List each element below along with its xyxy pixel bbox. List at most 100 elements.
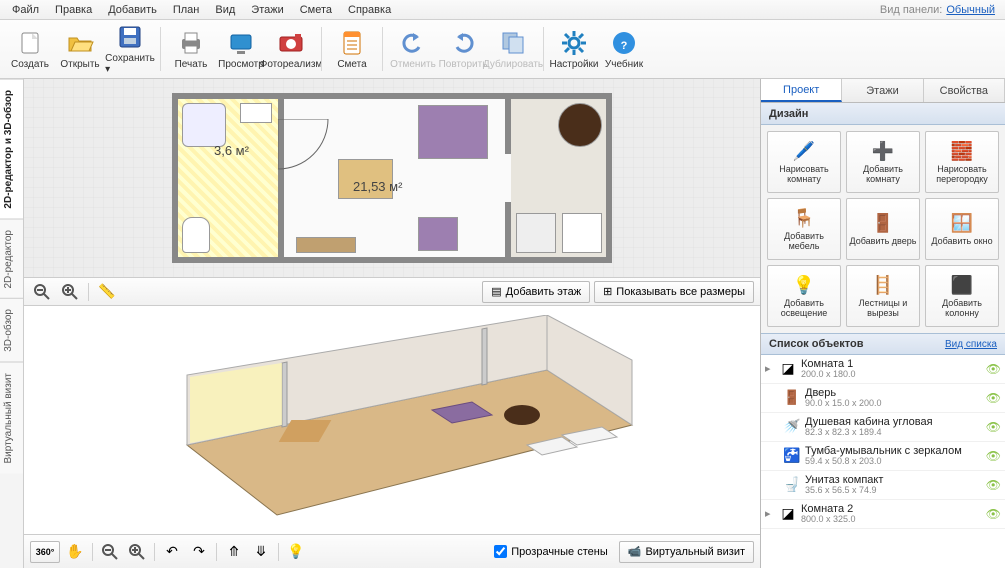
vtab-virtual[interactable]: Виртуальный визит <box>0 362 23 474</box>
tilt-down-icon[interactable]: ⤋ <box>249 541 273 563</box>
object-row[interactable]: ▸◪Комната 2800.0 x 325.0👁 <box>761 500 1005 529</box>
photo-icon <box>277 29 305 57</box>
photo-button[interactable]: Фотореализм <box>267 22 315 76</box>
object-icon: 🚽 <box>783 476 801 494</box>
object-tree: ▸◪Комната 1200.0 x 180.0👁🚪Дверь90.0 x 15… <box>761 355 1005 568</box>
zoom-in-2d[interactable] <box>58 281 82 303</box>
stairs-button[interactable]: 🪜Лестницы и вырезы <box>846 265 920 327</box>
estimate-button[interactable]: Смета <box>328 22 376 76</box>
stairs-icon: 🪜 <box>871 273 895 297</box>
transparent-walls-checkbox[interactable]: Прозрачные стены <box>494 545 607 558</box>
toolbar-2d: 📏 ▤Добавить этаж ⊞Показывать все размеры <box>24 278 760 306</box>
svg-text:?: ? <box>621 40 628 52</box>
draw-wall-button[interactable]: 🧱Нарисовать перегородку <box>925 131 999 193</box>
show-dimensions-button[interactable]: ⊞Показывать все размеры <box>594 281 754 303</box>
add-light-icon: 💡 <box>792 273 816 297</box>
create-button[interactable]: Создать <box>6 22 54 76</box>
open-button[interactable]: Открыть <box>56 22 104 76</box>
menu-edit[interactable]: Правка <box>47 2 100 18</box>
menu-help[interactable]: Справка <box>340 2 399 18</box>
object-icon: 🚪 <box>783 389 801 407</box>
zoom-out-3d[interactable] <box>98 541 122 563</box>
toolbar-3d: 360° ✋ ↶ ↷ ⤊ ⤋ 💡 Прозрачные стены 📹Вирту… <box>24 534 760 568</box>
main-toolbar: СоздатьОткрытьСохранить ▾ ПечатьПросмотрФ… <box>0 20 1005 79</box>
add-furniture-button[interactable]: 🪑Добавить мебель <box>767 198 841 260</box>
add-door-icon: 🚪 <box>871 211 895 235</box>
zoom-in-3d[interactable] <box>125 541 149 563</box>
object-row[interactable]: 🚰Тумба-умывальник с зеркалом59.4 x 50.8 … <box>761 442 1005 471</box>
save-button[interactable]: Сохранить ▾ <box>106 22 154 76</box>
layers-icon: ▤ <box>491 285 501 298</box>
draw-room-button[interactable]: 🖊️Нарисовать комнату <box>767 131 841 193</box>
add-column-icon: ⬛ <box>950 273 974 297</box>
object-row[interactable]: 🚽Унитаз компакт35.6 x 56.5 x 74.9👁 <box>761 471 1005 500</box>
zoom-out-2d[interactable] <box>30 281 54 303</box>
add-furniture-icon: 🪑 <box>792 206 816 230</box>
print-button[interactable]: Печать <box>167 22 215 76</box>
lighting-icon[interactable]: 💡 <box>284 541 308 563</box>
settings-button[interactable]: Настройки <box>550 22 598 76</box>
rotate-left-icon[interactable]: ↶ <box>160 541 184 563</box>
vtab-2d[interactable]: 2D-редактор <box>0 219 23 299</box>
preview-icon <box>227 29 255 57</box>
settings-icon <box>560 29 588 57</box>
pan-icon[interactable]: ✋ <box>63 541 87 563</box>
visibility-toggle-icon[interactable]: 👁 <box>986 420 1001 434</box>
menu-view[interactable]: Вид <box>207 2 243 18</box>
rtab-floors[interactable]: Этажи <box>842 79 923 102</box>
object-icon: ◪ <box>779 360 797 378</box>
right-panel: Проект Этажи Свойства Дизайн 🖊️Нарисоват… <box>760 79 1005 568</box>
panel-view-link[interactable]: Обычный <box>946 4 1001 16</box>
ruler-icon[interactable]: 📏 <box>95 281 119 303</box>
add-door-button[interactable]: 🚪Добавить дверь <box>846 198 920 260</box>
menu-add[interactable]: Добавить <box>100 2 165 18</box>
vtab-3d[interactable]: 3D-обзор <box>0 298 23 362</box>
object-row[interactable]: 🚿Душевая кабина угловая82.3 x 82.3 x 189… <box>761 413 1005 442</box>
virtual-visit-button[interactable]: 📹Виртуальный визит <box>619 541 754 563</box>
visibility-toggle-icon[interactable]: 👁 <box>986 391 1001 405</box>
undo-button[interactable]: Отменить <box>389 22 437 76</box>
duplicate-button[interactable]: Дублировать <box>489 22 537 76</box>
rtab-project[interactable]: Проект <box>761 79 842 102</box>
view-2d[interactable]: 3,6 м² 21,53 м² <box>24 79 760 278</box>
menu-floors[interactable]: Этажи <box>243 2 291 18</box>
menu-estimate[interactable]: Смета <box>292 2 340 18</box>
menu-file[interactable]: Файл <box>4 2 47 18</box>
visibility-toggle-icon[interactable]: 👁 <box>986 478 1001 492</box>
menu-plan[interactable]: План <box>165 2 208 18</box>
vtab-2d-3d[interactable]: 2D-редактор и 3D-обзор <box>0 79 23 219</box>
rotate-right-icon[interactable]: ↷ <box>187 541 211 563</box>
object-icon: 🚰 <box>783 447 801 465</box>
main-area-label: 21,53 м² <box>353 179 402 194</box>
redo-button[interactable]: Повторить <box>439 22 487 76</box>
object-icon: ◪ <box>779 505 797 523</box>
add-window-button[interactable]: 🪟Добавить окно <box>925 198 999 260</box>
add-room-button[interactable]: ➕Добавить комнату <box>846 131 920 193</box>
left-vertical-tabs: 2D-редактор и 3D-обзор 2D-редактор 3D-об… <box>0 79 24 568</box>
estimate-icon <box>338 29 366 57</box>
add-column-button[interactable]: ⬛Добавить колонну <box>925 265 999 327</box>
list-view-link[interactable]: Вид списка <box>945 339 997 350</box>
add-room-icon: ➕ <box>871 139 895 163</box>
visibility-toggle-icon[interactable]: 👁 <box>986 362 1001 376</box>
help-icon: ? <box>610 29 638 57</box>
object-icon: 🚿 <box>783 418 801 436</box>
create-icon <box>16 29 44 57</box>
undo-icon <box>399 29 427 57</box>
menubar: Файл Правка Добавить План Вид Этажи Смет… <box>0 0 1005 20</box>
tilt-up-icon[interactable]: ⤊ <box>222 541 246 563</box>
duplicate-icon <box>499 29 527 57</box>
add-floor-button[interactable]: ▤Добавить этаж <box>482 281 590 303</box>
add-light-button[interactable]: 💡Добавить освещение <box>767 265 841 327</box>
help-button[interactable]: ?Учебник <box>600 22 648 76</box>
camera-icon: 📹 <box>628 545 642 558</box>
view-360-button[interactable]: 360° <box>30 541 60 563</box>
object-row[interactable]: ▸◪Комната 1200.0 x 180.0👁 <box>761 355 1005 384</box>
view-3d[interactable] <box>24 306 760 534</box>
object-row[interactable]: 🚪Дверь90.0 x 15.0 x 200.0👁 <box>761 384 1005 413</box>
visibility-toggle-icon[interactable]: 👁 <box>986 507 1001 521</box>
preview-button[interactable]: Просмотр <box>217 22 265 76</box>
design-header: Дизайн <box>761 103 1005 125</box>
visibility-toggle-icon[interactable]: 👁 <box>986 449 1001 463</box>
rtab-properties[interactable]: Свойства <box>924 79 1005 102</box>
